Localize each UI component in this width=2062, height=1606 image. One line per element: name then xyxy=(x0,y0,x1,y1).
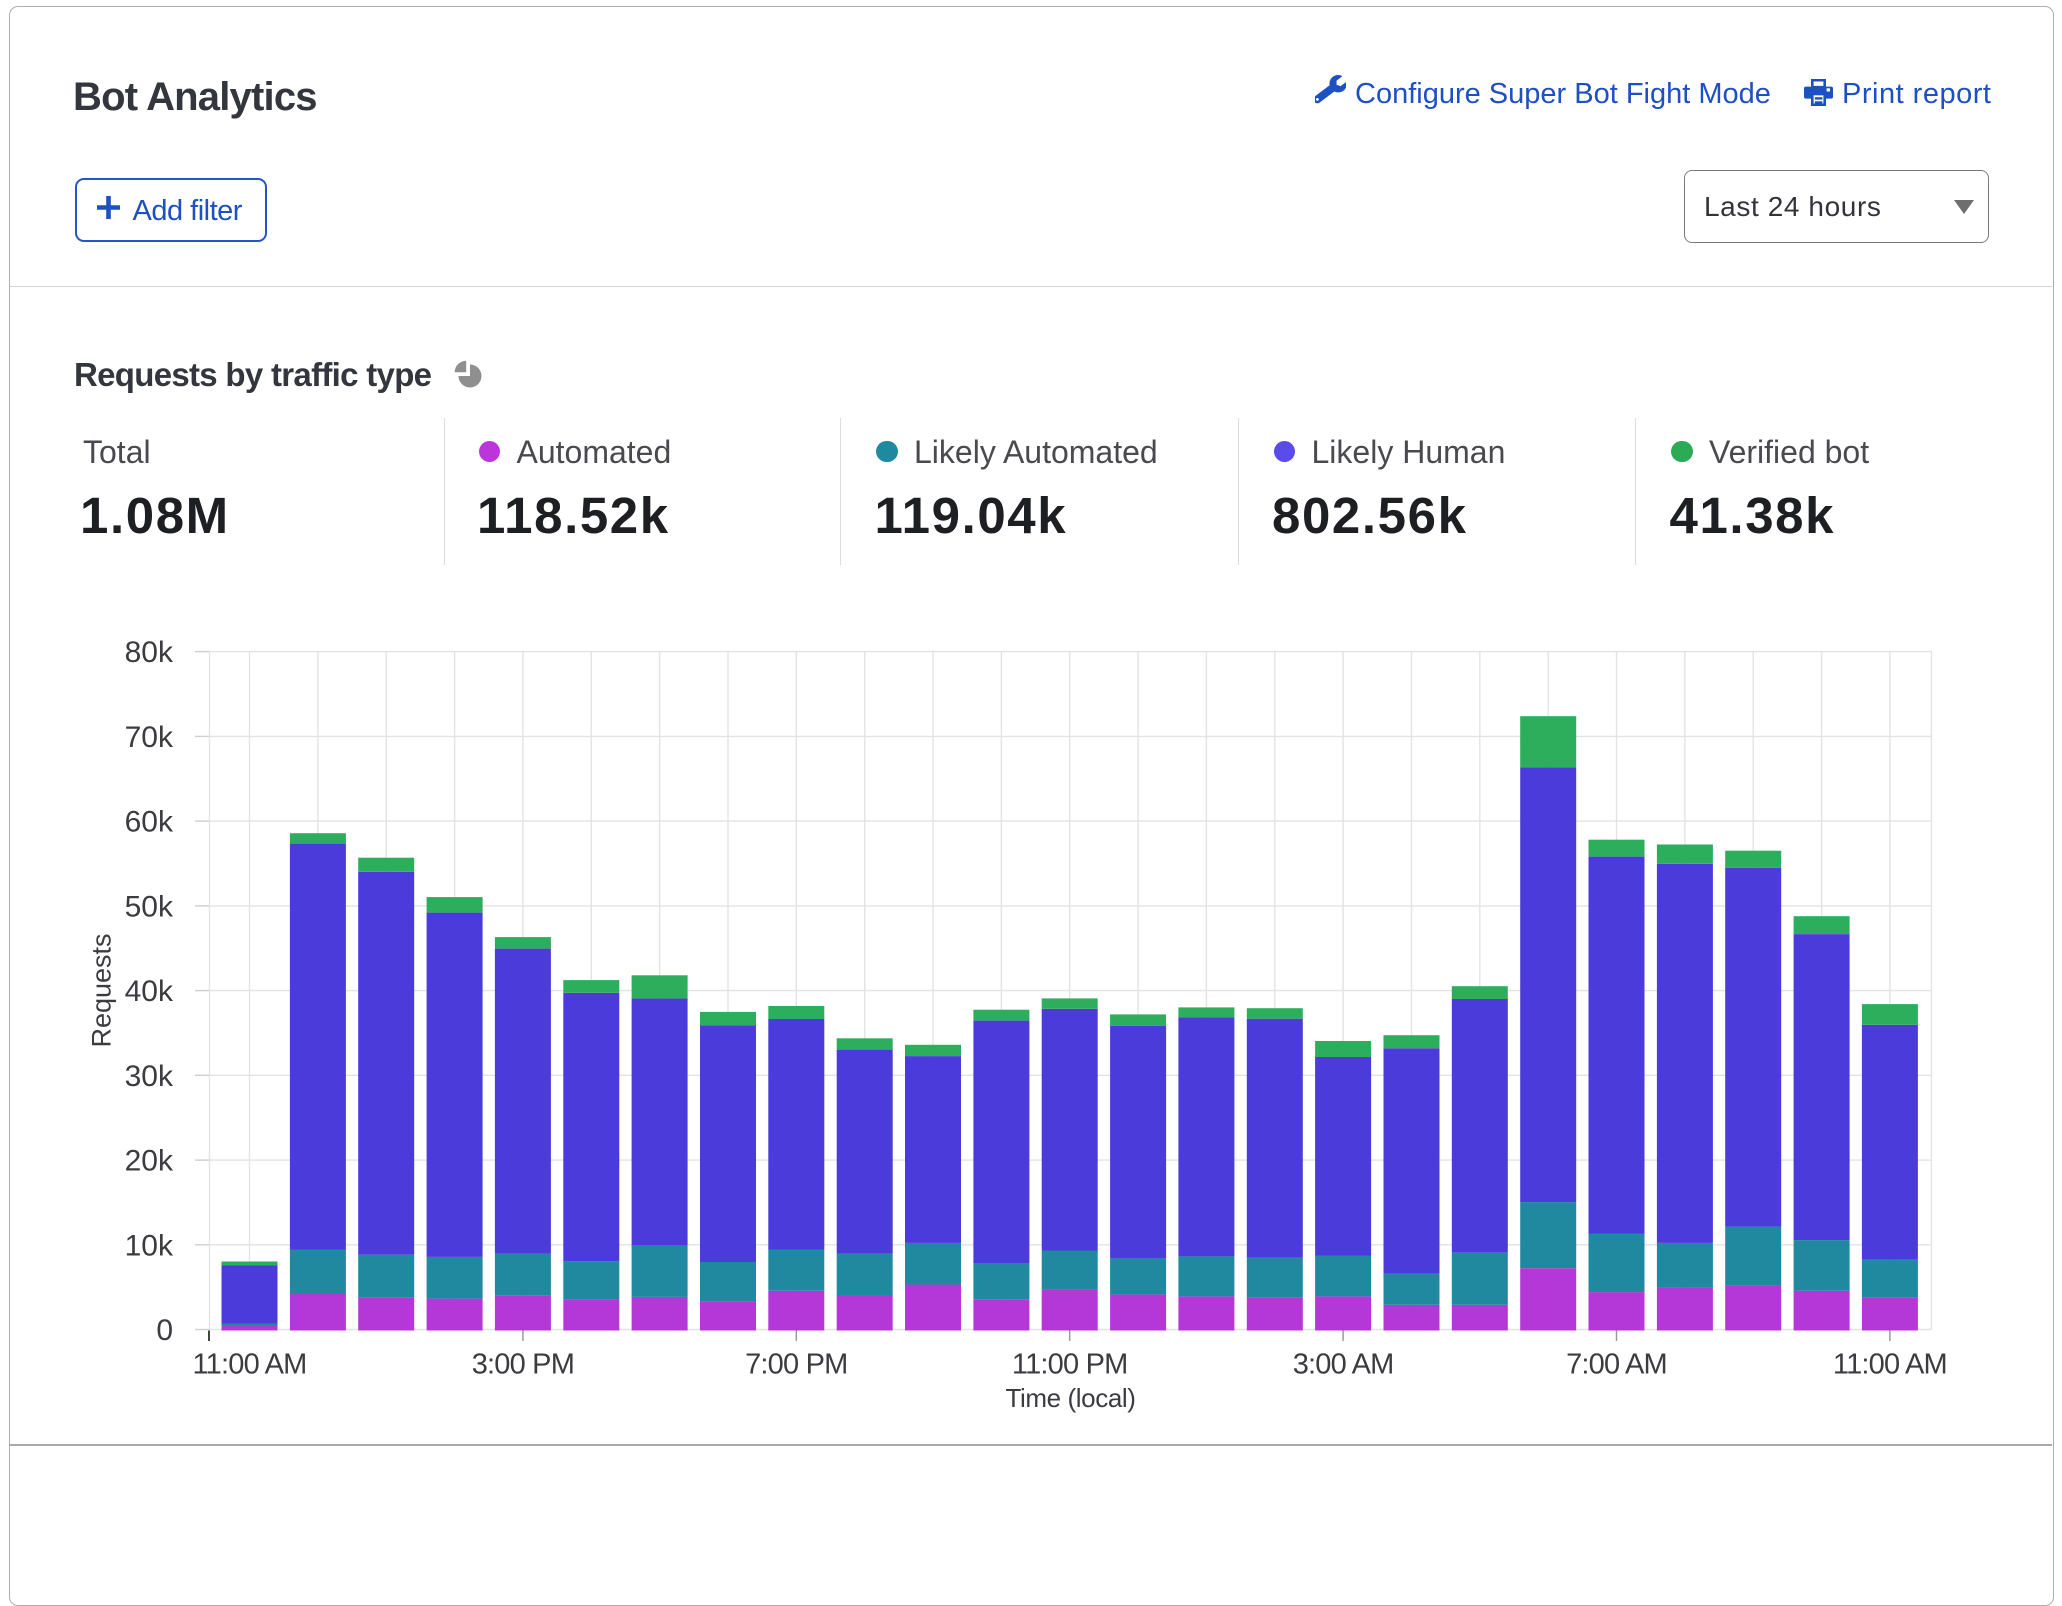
svg-text:80k: 80k xyxy=(125,636,174,669)
svg-text:7:00 PM: 7:00 PM xyxy=(745,1349,847,1381)
svg-text:3:00 PM: 3:00 PM xyxy=(472,1349,574,1381)
svg-text:7:00 AM: 7:00 AM xyxy=(1566,1349,1667,1381)
svg-text:40k: 40k xyxy=(125,975,174,1008)
svg-text:11:00 PM: 11:00 PM xyxy=(1012,1349,1128,1381)
svg-text:Requests: Requests xyxy=(87,933,117,1047)
svg-text:70k: 70k xyxy=(125,721,174,754)
svg-text:10k: 10k xyxy=(125,1229,174,1262)
svg-text:11:00 AM: 11:00 AM xyxy=(1833,1349,1947,1381)
svg-text:60k: 60k xyxy=(125,806,174,839)
svg-text:11:00 AM: 11:00 AM xyxy=(193,1349,307,1381)
svg-text:20k: 20k xyxy=(125,1145,174,1178)
svg-text:50k: 50k xyxy=(125,890,174,923)
svg-text:3:00 AM: 3:00 AM xyxy=(1293,1349,1394,1381)
svg-text:Time (local): Time (local) xyxy=(1005,1383,1135,1413)
svg-text:0: 0 xyxy=(156,1314,173,1347)
svg-text:30k: 30k xyxy=(125,1060,174,1093)
